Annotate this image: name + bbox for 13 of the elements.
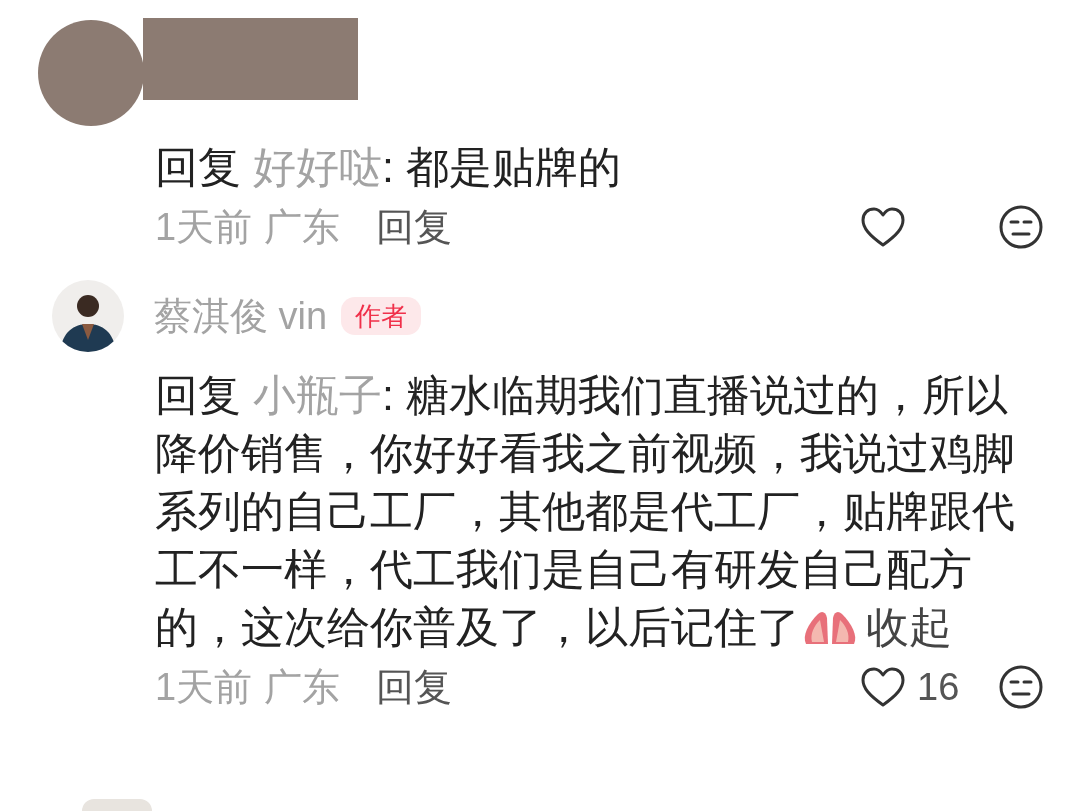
collapse-link[interactable]: 收起 xyxy=(866,603,952,651)
author-badge: 作者 xyxy=(341,297,422,335)
comment-location: 广东 xyxy=(264,664,341,710)
comment-text: 回复 小瓶子: 糖水临期我们直播说过的，所以降价销售，你好好看我之前视频，我说过鸡脚系列的自己工厂，其他都是代工厂，贴牌跟代工不一样，代工我们是自己有研发自己配方的，这次给你普及了，以后记住了 收起 xyxy=(155,370,1016,653)
comment-time: 1天前 xyxy=(155,204,253,250)
reply-button[interactable]: 回复 xyxy=(376,198,453,256)
like-button[interactable]: 16 xyxy=(859,658,969,716)
neutral-face-icon[interactable] xyxy=(997,203,1045,251)
reply-button[interactable]: 回复 xyxy=(376,658,453,716)
comment-text: 回复 好好哒: 都是贴牌的 xyxy=(155,142,622,193)
neutral-face-icon[interactable] xyxy=(997,663,1045,711)
comment-location: 广东 xyxy=(264,204,341,250)
comment-time: 1天前 xyxy=(155,664,253,710)
